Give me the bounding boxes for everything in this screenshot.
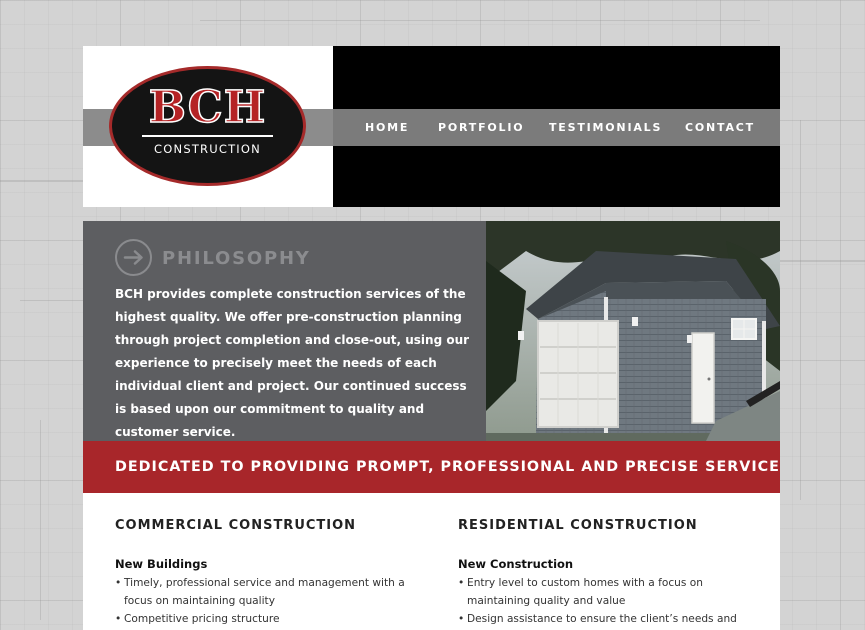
blueprint-line [20,300,83,301]
logo-rule [142,135,273,137]
residential-subheading: New Construction [458,557,574,571]
philosophy-section: PHILOSOPHY BCH provides complete constru… [83,221,780,441]
residential-list: Entry level to custom homes with a focus… [458,574,768,628]
residential-heading: RESIDENTIAL CONSTRUCTION [458,518,698,533]
services-section: COMMERCIAL CONSTRUCTION New Buildings Ti… [83,493,780,630]
logo-subtitle: CONSTRUCTION [154,142,261,156]
nav-testimonials[interactable]: TESTIMONIALS [549,121,662,134]
bch-logo[interactable]: BCH CONSTRUCTION [109,66,306,186]
arrow-right-circle-icon [115,239,152,276]
list-item: Entry level to custom homes with a focus… [458,574,768,610]
main-nav: HOME PORTFOLIO TESTIMONIALS CONTACT [333,109,780,146]
commercial-list: Timely, professional service and managem… [115,574,425,628]
site-header: BCH CONSTRUCTION HOME PORTFOLIO TESTIMON… [83,46,780,207]
blueprint-line [40,420,41,620]
logo-title: BCH [148,82,267,133]
commercial-heading: COMMERCIAL CONSTRUCTION [115,518,357,533]
tagline-text: DEDICATED TO PROVIDING PROMPT, PROFESSIO… [115,459,780,475]
philosophy-body: BCH provides complete construction servi… [115,287,470,439]
blueprint-line [800,120,801,500]
blueprint-line [200,20,760,21]
list-item: Competitive pricing structure [115,610,425,628]
nav-portfolio[interactable]: PORTFOLIO [438,121,524,134]
logo-panel[interactable]: BCH CONSTRUCTION [83,46,333,207]
blueprint-line [780,260,865,262]
list-item: Timely, professional service and managem… [115,574,425,610]
nav-panel: HOME PORTFOLIO TESTIMONIALS CONTACT [333,46,780,207]
tagline-banner: DEDICATED TO PROVIDING PROMPT, PROFESSIO… [83,441,780,493]
nav-contact[interactable]: CONTACT [685,121,755,134]
garage-photo [486,221,780,441]
nav-home[interactable]: HOME [365,121,409,134]
philosophy-heading: PHILOSOPHY [162,248,311,269]
commercial-subheading: New Buildings [115,557,208,571]
list-item: Design assistance to ensure the client’s… [458,610,768,628]
blueprint-line [0,180,83,182]
